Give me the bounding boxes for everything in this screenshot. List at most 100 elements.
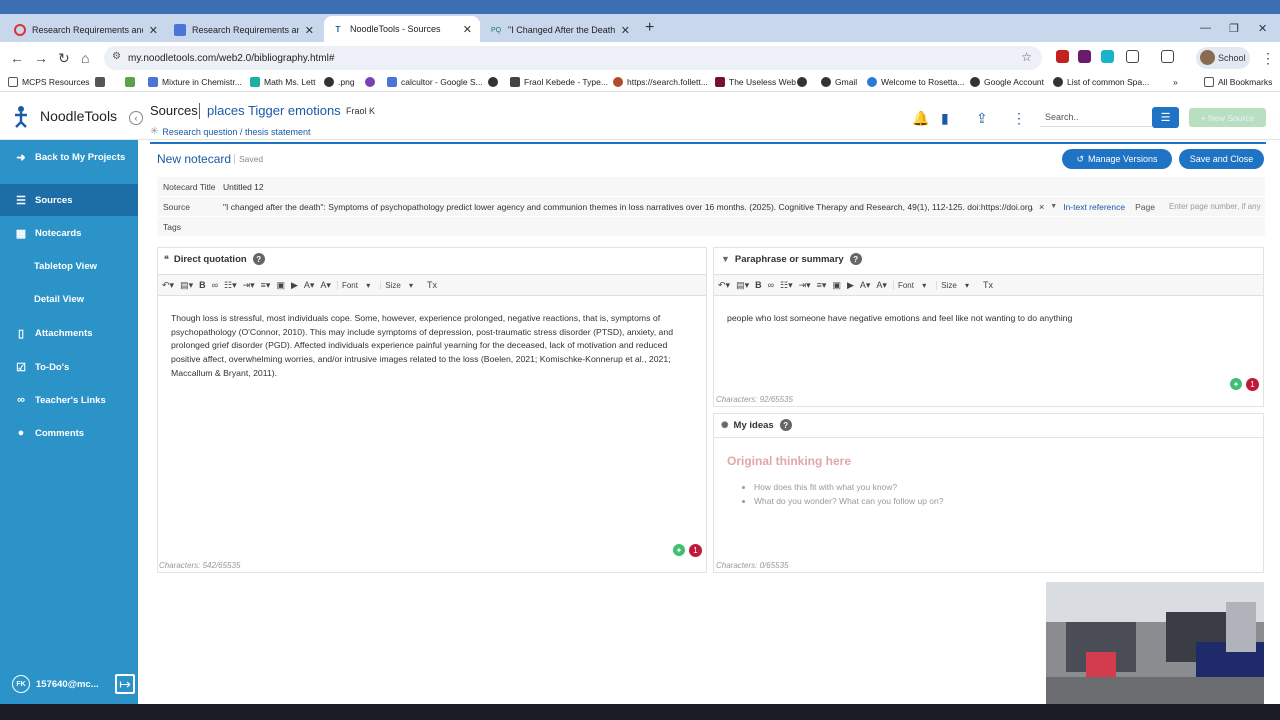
bookmark[interactable]: https://search.follett...: [613, 77, 708, 87]
bookmark[interactable]: [797, 77, 811, 87]
reload-icon[interactable]: ↻: [58, 50, 70, 67]
forward-icon[interactable]: →: [34, 50, 48, 66]
undo-icon[interactable]: ↶▾: [718, 280, 730, 291]
logout-icon[interactable]: ↦: [115, 674, 135, 694]
extension-icon[interactable]: [1101, 50, 1114, 63]
my-ideas-editor[interactable]: How does this fit with what you know? Wh…: [754, 480, 943, 508]
bookmark-star-icon[interactable]: ☆: [1021, 50, 1032, 64]
back-icon[interactable]: ←: [10, 50, 24, 66]
paraphrase-editor[interactable]: people who lost someone have negative em…: [727, 312, 1257, 326]
comment-count-badge[interactable]: 1: [689, 544, 702, 557]
browser-tab[interactable]: Research Requirements and Re ✕: [166, 18, 322, 42]
bold-icon[interactable]: B: [199, 280, 206, 290]
sidebar-item-tabletop-view[interactable]: Tabletop View: [0, 251, 138, 281]
apps-icon[interactable]: [95, 77, 109, 87]
clear-formatting-icon[interactable]: Tx: [983, 280, 993, 290]
help-icon[interactable]: ?: [252, 253, 265, 265]
bookmark[interactable]: Mixture in Chemistr...: [148, 77, 242, 87]
minimize-icon[interactable]: —: [1200, 22, 1211, 34]
video-icon[interactable]: ▶: [847, 280, 854, 291]
extension-icon[interactable]: [1056, 50, 1069, 63]
indent-icon[interactable]: ⇥▾: [243, 280, 255, 291]
extensions-puzzle-icon[interactable]: [1126, 50, 1139, 63]
extension-icon[interactable]: [1078, 50, 1091, 63]
search-input[interactable]: Search..: [1040, 107, 1152, 127]
bar-chart-icon[interactable]: ▮: [941, 110, 949, 127]
help-icon[interactable]: ?: [779, 419, 792, 431]
bookmark[interactable]: MCPS Resources: [8, 77, 90, 87]
bookmark[interactable]: .png: [324, 77, 355, 87]
text-color-icon[interactable]: A▾: [304, 280, 315, 291]
clear-formatting-icon[interactable]: Tx: [427, 280, 437, 290]
align-icon[interactable]: ≡▾: [261, 280, 271, 291]
bookmark[interactable]: Fraol Kebede - Type...: [510, 77, 608, 87]
sidebar-item-detail-view[interactable]: Detail View: [0, 284, 138, 314]
bold-icon[interactable]: B: [755, 280, 762, 290]
browser-menu-icon[interactable]: ⋮: [1261, 50, 1275, 67]
sidebar-item-sources[interactable]: ☰ Sources: [0, 184, 138, 216]
bookmark[interactable]: Welcome to Rosetta...: [867, 77, 964, 87]
browser-tab[interactable]: Research Requirements and Re ✕: [6, 18, 166, 42]
share-icon[interactable]: ⇪: [976, 110, 988, 127]
comment-count-badge[interactable]: 1: [1246, 378, 1259, 391]
browser-tab-active[interactable]: T NoodleTools - Sources ✕: [324, 16, 480, 42]
home-icon[interactable]: ⌂: [81, 50, 89, 66]
font-dropdown[interactable]: Font ▾: [336, 280, 374, 290]
bookmark[interactable]: calcultor - Google S...: [387, 77, 483, 87]
noodletools-logo[interactable]: NoodleTools: [10, 104, 117, 128]
browser-tab[interactable]: PQ "I Changed After the Death": Sy ✕: [482, 18, 638, 42]
sidebar-item-teachers-links[interactable]: ∞ Teacher's Links: [0, 385, 138, 415]
bookmark[interactable]: Google Account: [970, 77, 1044, 87]
bookmark[interactable]: [125, 77, 139, 87]
sidebar-item-notecards[interactable]: ▦ Notecards: [0, 218, 138, 248]
sidebar-item-attachments[interactable]: ▯ Attachments: [0, 318, 138, 348]
paste-icon[interactable]: ▤▾: [736, 280, 749, 291]
profile-button[interactable]: School: [1196, 47, 1250, 69]
close-icon[interactable]: ✕: [149, 24, 158, 37]
numbered-list-icon[interactable]: ☷▾: [780, 280, 793, 291]
maximize-icon[interactable]: ❐: [1229, 22, 1239, 35]
notecard-title-input[interactable]: Untitled 12: [223, 182, 264, 192]
align-icon[interactable]: ≡▾: [817, 280, 827, 291]
clear-icon[interactable]: ×: [1039, 202, 1044, 212]
highlight-icon[interactable]: A▾: [876, 280, 887, 291]
paste-icon[interactable]: ▤▾: [180, 280, 193, 291]
bookmark[interactable]: [488, 77, 502, 87]
bell-icon[interactable]: 🔔: [912, 110, 929, 127]
bookmark[interactable]: [365, 77, 379, 87]
bookmark[interactable]: Gmail: [821, 77, 857, 87]
direct-quotation-editor[interactable]: Though loss is stressful, most individua…: [171, 312, 701, 381]
numbered-list-icon[interactable]: ☷▾: [224, 280, 237, 291]
tab-search-icon[interactable]: [1161, 50, 1174, 63]
close-icon[interactable]: ✕: [621, 24, 630, 37]
bookmark[interactable]: Math Ms. Lett: [250, 77, 316, 87]
highlight-icon[interactable]: A▾: [320, 280, 331, 291]
font-dropdown[interactable]: Font ▾: [892, 280, 930, 290]
chevron-down-icon[interactable]: ▼: [1050, 203, 1057, 210]
close-icon[interactable]: ✕: [305, 24, 314, 37]
video-icon[interactable]: ▶: [291, 280, 298, 291]
new-source-button[interactable]: + New Source: [1189, 108, 1266, 127]
image-icon[interactable]: ▣: [832, 280, 841, 291]
sidebar-item-todos[interactable]: ☑ To-Do's: [0, 352, 138, 382]
bookmark[interactable]: All Bookmarks: [1204, 77, 1272, 87]
help-icon[interactable]: ?: [849, 253, 862, 265]
undo-icon[interactable]: ↶▾: [162, 280, 174, 291]
text-color-icon[interactable]: A▾: [860, 280, 871, 291]
address-bar[interactable]: ⚙ my.noodletools.com/web2.0/bibliography…: [104, 46, 1042, 70]
size-dropdown[interactable]: Size ▾: [380, 280, 417, 290]
tags-input[interactable]: [223, 219, 1265, 235]
project-title[interactable]: places Tigger emotions: [207, 103, 341, 118]
more-options-icon[interactable]: ⋮: [1012, 110, 1026, 127]
more-bookmarks-icon[interactable]: »: [1173, 77, 1178, 87]
lightbulb-icon[interactable]: ✦: [1230, 378, 1242, 390]
sidebar-item-comments[interactable]: ● Comments: [0, 418, 138, 448]
source-select[interactable]: "I changed after the death": Symptoms of…: [223, 202, 1033, 212]
close-window-icon[interactable]: ✕: [1258, 22, 1267, 35]
image-icon[interactable]: ▣: [276, 280, 285, 291]
page-input[interactable]: Enter page number, if any: [1169, 202, 1261, 211]
research-question-link[interactable]: ✳ Research question / thesis statement: [150, 126, 310, 137]
close-icon[interactable]: ✕: [463, 23, 472, 36]
collapse-sidebar-icon[interactable]: ‹: [129, 111, 143, 125]
link-icon[interactable]: ∞: [768, 280, 774, 290]
